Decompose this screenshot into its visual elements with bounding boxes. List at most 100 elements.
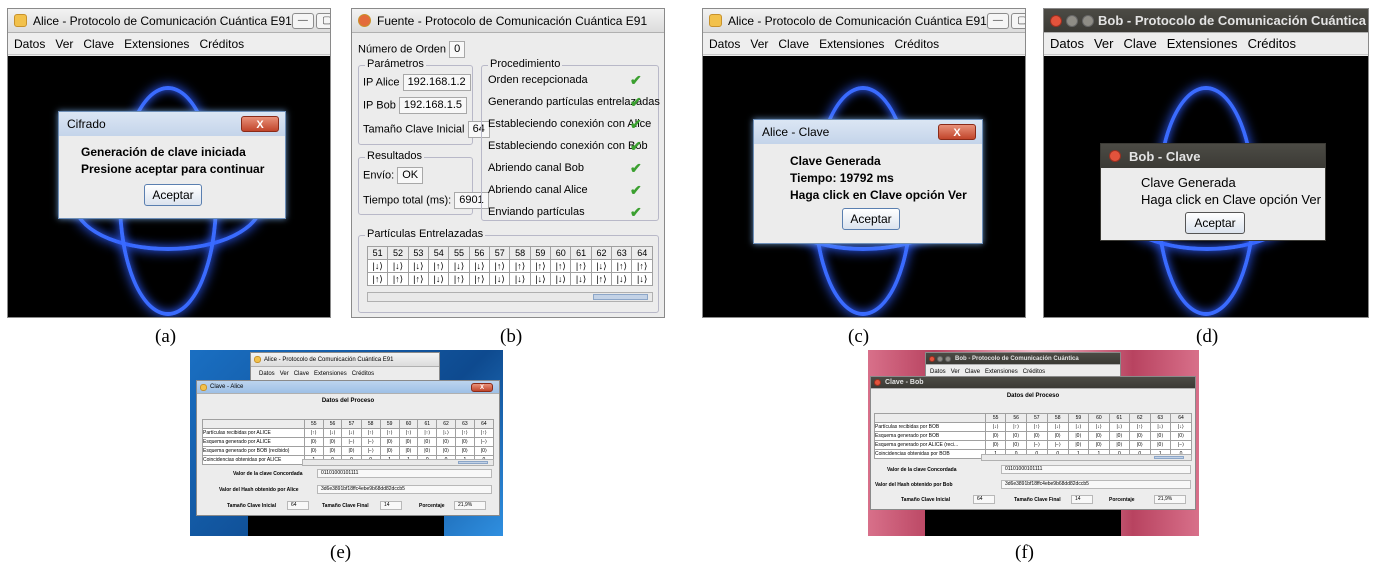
menu-ver[interactable]: Ver bbox=[750, 37, 768, 51]
column-header: 61 bbox=[1108, 413, 1131, 423]
close-icon[interactable] bbox=[929, 355, 935, 362]
menu-extensiones[interactable]: Extensiones bbox=[314, 371, 347, 377]
horizontal-scrollbar[interactable] bbox=[302, 459, 494, 466]
hash-field[interactable]: 3d6e3891bf18ffc4ebe9b68dd82dccb5 bbox=[1001, 480, 1191, 489]
menu-clave[interactable]: Clave bbox=[294, 371, 309, 377]
column-header: 58 bbox=[1046, 413, 1069, 423]
table-cell: |0⟩ bbox=[1025, 431, 1048, 441]
ini-field[interactable]: 64 bbox=[287, 501, 309, 510]
envio-field[interactable]: OK bbox=[397, 167, 424, 184]
menu-creditos[interactable]: Créditos bbox=[1248, 36, 1296, 51]
table-cell: |−⟩ bbox=[1046, 440, 1069, 450]
valor-field[interactable]: 01101000101111 bbox=[317, 469, 492, 478]
horizontal-scrollbar[interactable] bbox=[981, 454, 1192, 461]
valor-field[interactable]: 01101000101111 bbox=[1001, 465, 1191, 474]
maximize-icon[interactable] bbox=[945, 355, 951, 362]
java-app-icon bbox=[200, 383, 207, 391]
column-header: 63 bbox=[454, 419, 475, 429]
menu-datos[interactable]: Datos bbox=[930, 369, 946, 375]
proc-step: Enviando partículas bbox=[488, 206, 585, 218]
pct-field[interactable]: 21,9% bbox=[454, 501, 486, 510]
minimize-icon[interactable]: — bbox=[986, 12, 1009, 29]
scroll-thumb[interactable] bbox=[458, 461, 488, 464]
table-cell: |0⟩ bbox=[1005, 440, 1027, 450]
menu-ver[interactable]: Ver bbox=[280, 371, 289, 377]
table-cell: |0⟩ bbox=[341, 446, 362, 456]
row-label: Coincidencias obtenidas por BOB bbox=[874, 449, 986, 459]
menu-extensiones[interactable]: Extensiones bbox=[819, 37, 884, 51]
table-cell: |0⟩ bbox=[322, 446, 343, 456]
window-title: Clave - Bob bbox=[885, 379, 924, 386]
menu-clave[interactable]: Clave bbox=[1123, 36, 1156, 51]
tamano-label: Tamaño Clave Inicial bbox=[363, 123, 465, 136]
scroll-thumb[interactable] bbox=[593, 294, 648, 300]
menu-ver[interactable]: Ver bbox=[951, 369, 960, 375]
orden-field[interactable]: 0 bbox=[449, 41, 466, 58]
particle-cell: |↓⟩ bbox=[448, 259, 470, 273]
menu-datos[interactable]: Datos bbox=[1050, 36, 1084, 51]
table-row: Esquema generado por BOB |0⟩ |0⟩ |0⟩ |0⟩ |0⟩ |… bbox=[874, 431, 1192, 441]
close-icon[interactable] bbox=[874, 379, 881, 386]
menu-extensiones[interactable]: Extensiones bbox=[985, 369, 1018, 375]
alice-back-window: Alice - Protocolo de Comunicación Cuánti… bbox=[250, 352, 440, 382]
close-icon[interactable] bbox=[1109, 150, 1121, 162]
column-header: 60 bbox=[1088, 413, 1110, 423]
minimize-icon[interactable] bbox=[1066, 14, 1078, 27]
row-label: Esquema generado por BOB bbox=[874, 431, 986, 441]
fuente-window: Fuente - Protocolo de Comunicación Cuánt… bbox=[351, 8, 665, 318]
fin-field[interactable]: 14 bbox=[380, 501, 402, 510]
minimize-icon[interactable]: — bbox=[291, 12, 314, 29]
aceptar-button[interactable]: Aceptar bbox=[842, 208, 900, 230]
bob-clave-dialog: Bob - Clave Clave Generada Haga click en… bbox=[1100, 143, 1326, 241]
close-icon[interactable]: X bbox=[471, 382, 493, 392]
ip-bob-field[interactable]: 192.168.1.5 bbox=[398, 97, 468, 114]
ini-field[interactable]: 64 bbox=[973, 495, 995, 504]
close-icon[interactable] bbox=[1050, 14, 1062, 27]
aceptar-button[interactable]: Aceptar bbox=[1185, 212, 1245, 234]
close-icon[interactable]: X bbox=[938, 124, 976, 140]
menu-clave[interactable]: Clave bbox=[778, 37, 809, 51]
horizontal-scrollbar[interactable] bbox=[367, 292, 653, 302]
ip-alice-label: IP Alice bbox=[363, 76, 400, 89]
scroll-thumb[interactable] bbox=[1154, 456, 1184, 459]
menu-creditos[interactable]: Créditos bbox=[199, 37, 244, 51]
menu-creditos[interactable]: Créditos bbox=[1023, 369, 1045, 375]
menu-datos[interactable]: Datos bbox=[259, 371, 275, 377]
title-bar: Clave - Alice X bbox=[197, 381, 499, 394]
hash-field[interactable]: 3d6e3891bf18ffc4ebe9b68dd82dccb5 bbox=[317, 485, 492, 494]
menu-clave[interactable]: Clave bbox=[83, 37, 114, 51]
menu-extensiones[interactable]: Extensiones bbox=[1167, 36, 1238, 51]
menu-creditos[interactable]: Créditos bbox=[894, 37, 939, 51]
particle-cell: |↓⟩ bbox=[428, 272, 450, 286]
menu-datos[interactable]: Datos bbox=[709, 37, 740, 51]
ip-alice-field[interactable]: 192.168.1.2 bbox=[402, 74, 471, 91]
pct-field[interactable]: 21,9% bbox=[1154, 495, 1186, 504]
row-label: Partículas recibidas por ALICE bbox=[202, 428, 305, 438]
column-header: 62 bbox=[436, 419, 456, 429]
aceptar-button[interactable]: Aceptar bbox=[144, 184, 202, 206]
check-icon: ✔ bbox=[630, 204, 642, 220]
menu-creditos[interactable]: Créditos bbox=[352, 371, 374, 377]
table-cell: |0⟩ bbox=[1088, 431, 1110, 441]
dialog-message-line: Generación de clave iniciada bbox=[81, 145, 246, 159]
maximize-icon[interactable] bbox=[1082, 14, 1094, 27]
title-bar: Alice - Protocolo de Comunicación Cuánti… bbox=[703, 9, 1025, 33]
row-label: Partículas recibidas por BOB bbox=[874, 422, 986, 432]
maximize-icon[interactable]: ▢ bbox=[315, 12, 330, 29]
close-icon[interactable]: X bbox=[241, 116, 279, 132]
table-cell: |↓⟩ bbox=[322, 428, 343, 438]
column-header: 58 bbox=[360, 419, 381, 429]
menu-ver[interactable]: Ver bbox=[55, 37, 73, 51]
maximize-icon[interactable]: ▢ bbox=[1010, 12, 1025, 29]
menu-clave[interactable]: Clave bbox=[965, 369, 980, 375]
menu-ver[interactable]: Ver bbox=[1094, 36, 1114, 51]
clave-alice-window: Clave - Alice X Datos del Proceso 55 56 57… bbox=[196, 380, 500, 516]
fin-field[interactable]: 14 bbox=[1071, 495, 1093, 504]
window-title: Alice - Protocolo de Comunicación Cuánti… bbox=[728, 13, 987, 28]
column-header: 58 bbox=[509, 246, 531, 260]
minimize-icon[interactable] bbox=[937, 355, 943, 362]
procedimiento-label: Procedimiento bbox=[488, 58, 563, 70]
menu-extensiones[interactable]: Extensiones bbox=[124, 37, 189, 51]
menu-datos[interactable]: Datos bbox=[14, 37, 45, 51]
column-header: 56 bbox=[468, 246, 491, 260]
